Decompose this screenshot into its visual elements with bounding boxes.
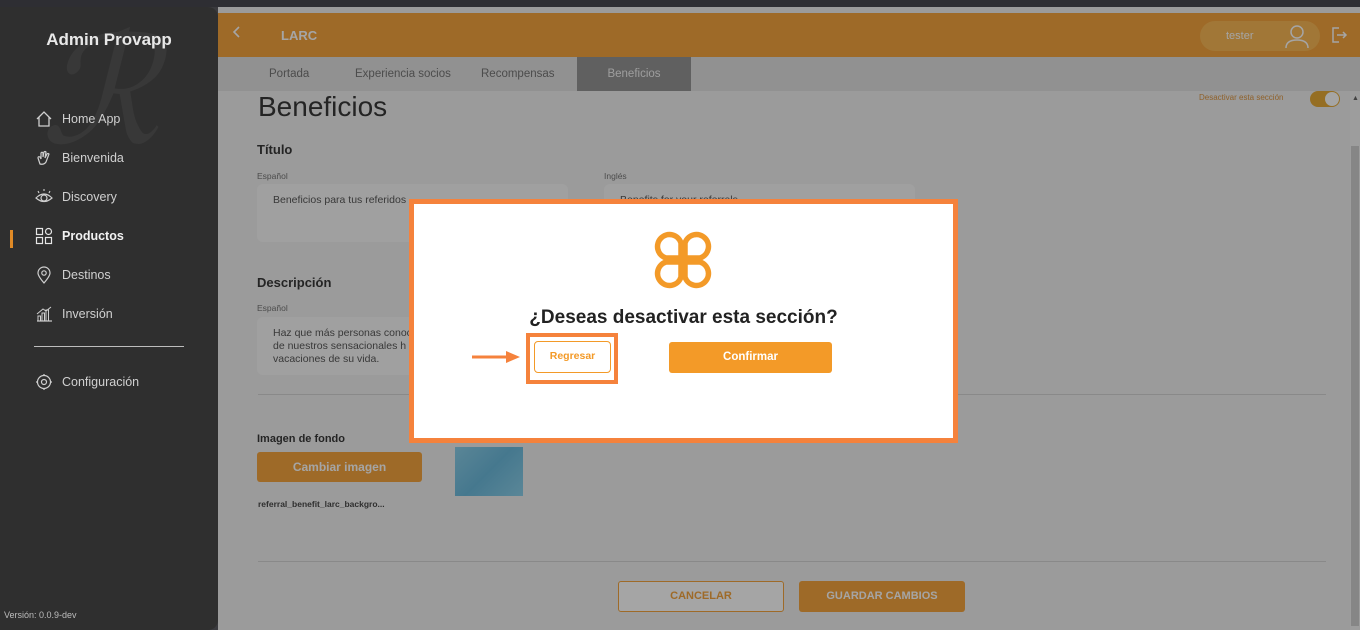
sidebar-item-label: Home App [62, 112, 121, 126]
browser-top-strip [0, 0, 1360, 7]
sidebar-item-bienvenida[interactable]: Bienvenida [34, 146, 124, 170]
sidebar: ℛ Admin Provapp Home App Bienvenida Disc… [0, 7, 218, 630]
confirm-dialog: ¿Deseas desactivar esta sección? Regresa… [409, 199, 958, 443]
clover-logo-icon [652, 229, 714, 296]
sidebar-item-label: Configuración [62, 375, 140, 389]
wave-hand-icon [34, 148, 54, 168]
gear-icon [34, 372, 54, 392]
dialog-question: ¿Deseas desactivar esta sección? [529, 307, 838, 328]
sidebar-item-label: Destinos [62, 268, 111, 282]
brand-title: Admin Provapp [46, 30, 172, 49]
back-button[interactable]: Regresar [534, 341, 611, 373]
sidebar-item-configuracion[interactable]: Configuración [34, 370, 139, 394]
confirm-button[interactable]: Confirmar [669, 342, 832, 373]
sidebar-item-label: Bienvenida [62, 151, 124, 165]
location-pin-icon [34, 265, 54, 285]
grid-icon [34, 226, 54, 246]
sidebar-item-label: Productos [62, 229, 124, 243]
sidebar-item-home-app[interactable]: Home App [34, 107, 120, 131]
home-icon [34, 109, 54, 129]
sidebar-item-inversion[interactable]: Inversión [34, 302, 113, 326]
sidebar-item-label: Inversión [62, 307, 113, 321]
sidebar-item-destinos[interactable]: Destinos [34, 263, 111, 287]
annotation-arrow-icon [472, 350, 522, 369]
active-indicator [10, 230, 13, 248]
version-text: Versión: 0.0.9-dev [4, 610, 77, 620]
eye-icon [34, 187, 54, 207]
sidebar-item-label: Discovery [62, 190, 117, 204]
sidebar-item-discovery[interactable]: Discovery [34, 185, 117, 209]
bar-chart-icon [34, 304, 54, 324]
sidebar-item-productos[interactable]: Productos [34, 224, 124, 248]
sidebar-divider [34, 346, 184, 347]
